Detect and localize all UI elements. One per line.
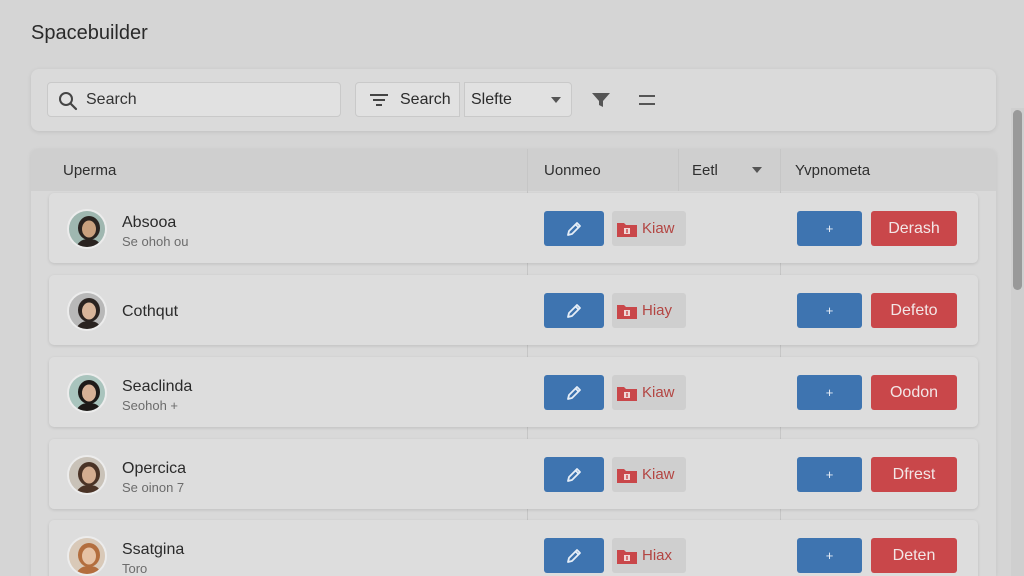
avatar bbox=[67, 291, 107, 331]
toolbar: Search Slefte bbox=[31, 69, 996, 131]
user-subtitle: Seohoh + bbox=[122, 398, 179, 413]
plus-icon: + bbox=[825, 385, 834, 400]
plus-icon: + bbox=[825, 467, 834, 482]
search-input[interactable] bbox=[86, 83, 336, 116]
delete-button[interactable]: Oodon bbox=[871, 375, 957, 410]
folder-icon bbox=[617, 386, 637, 401]
column-header-edit[interactable]: Eetl bbox=[692, 162, 718, 179]
add-button[interactable]: + bbox=[797, 538, 862, 573]
search-icon bbox=[59, 92, 78, 111]
table-row: Seaclinda Seohoh + Kiaw + Oodon bbox=[49, 357, 978, 427]
folder-button-label: Kiaw bbox=[642, 384, 675, 401]
avatar bbox=[67, 373, 107, 413]
column-header-user[interactable]: Uperma bbox=[63, 162, 116, 179]
delete-button-label: Oodon bbox=[889, 383, 939, 401]
filter-lines-icon bbox=[370, 93, 388, 106]
edit-button[interactable] bbox=[544, 538, 604, 573]
add-button[interactable]: + bbox=[797, 293, 862, 328]
add-button[interactable]: + bbox=[797, 457, 862, 492]
pencil-icon bbox=[567, 221, 581, 236]
plus-icon: + bbox=[825, 548, 834, 563]
user-name: Absooa bbox=[122, 214, 177, 231]
search-button-label: Search bbox=[400, 90, 451, 108]
caret-down-icon[interactable] bbox=[752, 167, 762, 173]
folder-icon bbox=[617, 549, 637, 564]
sort-select-value: Slefte bbox=[471, 90, 512, 108]
sort-select[interactable]: Slefte bbox=[464, 82, 572, 117]
user-subtitle: Toro bbox=[122, 561, 148, 576]
add-button[interactable]: + bbox=[797, 375, 862, 410]
user-name: Seaclinda bbox=[122, 378, 193, 395]
plus-icon: + bbox=[825, 303, 834, 318]
column-header-manage[interactable]: Yvpnometa bbox=[795, 162, 870, 179]
user-name: Opercica bbox=[122, 460, 187, 477]
avatar bbox=[67, 209, 107, 249]
folder-button[interactable]: Kiaw bbox=[612, 457, 686, 492]
pencil-icon bbox=[567, 385, 581, 400]
delete-button-label: Derash bbox=[888, 219, 940, 237]
folder-button[interactable]: Hiay bbox=[612, 293, 686, 328]
folder-button[interactable]: Kiaw bbox=[612, 211, 686, 246]
caret-down-icon bbox=[551, 97, 561, 103]
add-button[interactable]: + bbox=[797, 211, 862, 246]
avatar bbox=[67, 455, 107, 495]
folder-icon bbox=[617, 304, 637, 319]
folder-button-label: Kiaw bbox=[642, 220, 675, 237]
folder-icon bbox=[617, 222, 637, 237]
table-row: Ssatgina Toro Hiax + Deten bbox=[49, 520, 978, 576]
user-name: Ssatgina bbox=[122, 541, 185, 558]
plus-icon: + bbox=[825, 221, 834, 236]
folder-button-label: Hiax bbox=[642, 547, 673, 564]
column-divider bbox=[678, 149, 679, 191]
delete-button-label: Deten bbox=[892, 546, 936, 564]
folder-icon bbox=[617, 468, 637, 483]
column-header-actions[interactable]: Uonmeo bbox=[544, 162, 601, 179]
vertical-scrollbar[interactable] bbox=[1011, 108, 1024, 576]
delete-button-label: Defeto bbox=[890, 301, 938, 319]
table-row: Absooa Se ohoh ou Kiaw + Derash bbox=[49, 193, 978, 263]
delete-button[interactable]: Deten bbox=[871, 538, 957, 573]
menu-icon[interactable] bbox=[638, 93, 656, 107]
pencil-icon bbox=[567, 548, 581, 563]
edit-button[interactable] bbox=[544, 375, 604, 410]
folder-button-label: Kiaw bbox=[642, 466, 675, 483]
edit-button[interactable] bbox=[544, 293, 604, 328]
search-box[interactable] bbox=[47, 82, 341, 117]
pencil-icon bbox=[567, 303, 581, 318]
delete-button-label: Dfrest bbox=[892, 465, 936, 483]
delete-button[interactable]: Derash bbox=[871, 211, 957, 246]
page-title: Spacebuilder bbox=[31, 22, 148, 44]
table-header: Uperma Uonmeo Eetl Yvpnometa bbox=[31, 149, 996, 191]
funnel-icon[interactable] bbox=[591, 92, 611, 108]
folder-button[interactable]: Hiax bbox=[612, 538, 686, 573]
search-button[interactable]: Search bbox=[355, 82, 460, 117]
folder-button[interactable]: Kiaw bbox=[612, 375, 686, 410]
scrollbar-thumb[interactable] bbox=[1013, 110, 1022, 290]
table-row: Cothqut Hiay + Defeto bbox=[49, 275, 978, 345]
folder-button-label: Hiay bbox=[642, 302, 673, 319]
user-subtitle: Se oinon 7 bbox=[122, 480, 185, 495]
user-table: Uperma Uonmeo Eetl Yvpnometa Absooa Se o… bbox=[31, 149, 996, 576]
edit-button[interactable] bbox=[544, 457, 604, 492]
table-row: Opercica Se oinon 7 Kiaw + Dfrest bbox=[49, 439, 978, 509]
delete-button[interactable]: Defeto bbox=[871, 293, 957, 328]
edit-button[interactable] bbox=[544, 211, 604, 246]
pencil-icon bbox=[567, 467, 581, 482]
avatar bbox=[67, 536, 107, 576]
user-name: Cothqut bbox=[122, 303, 179, 320]
delete-button[interactable]: Dfrest bbox=[871, 457, 957, 492]
user-subtitle: Se ohoh ou bbox=[122, 234, 189, 249]
